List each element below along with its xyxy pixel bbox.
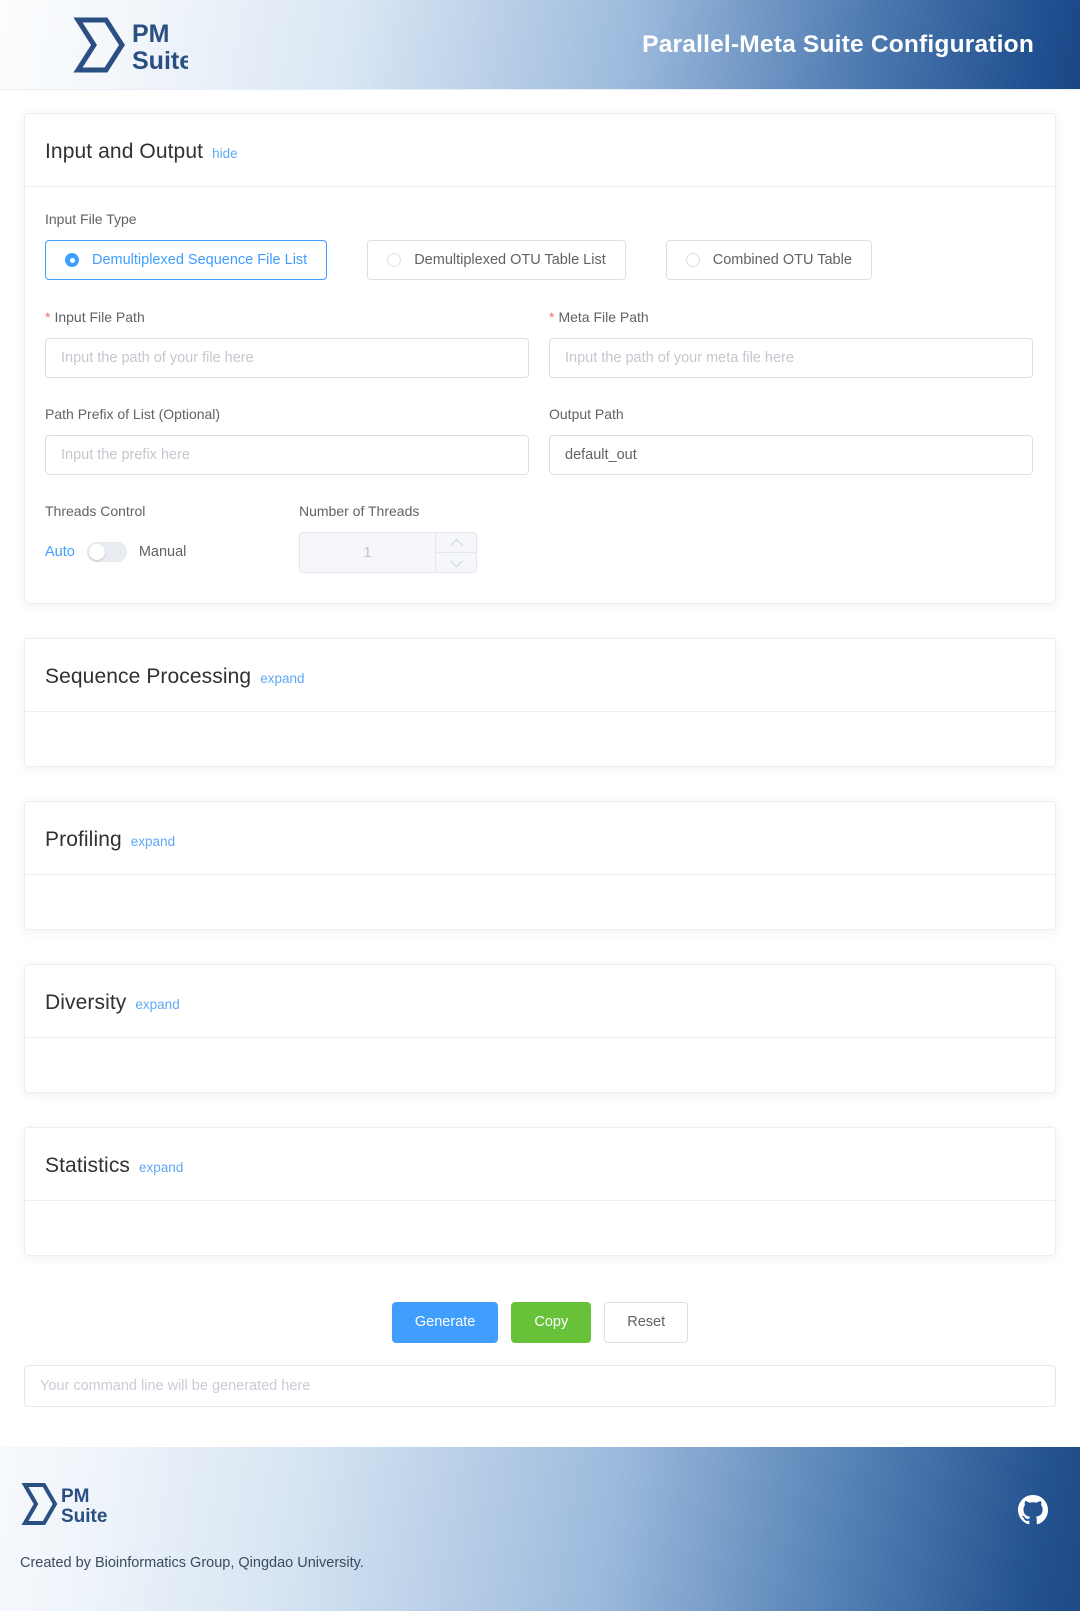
reset-button[interactable]: Reset — [604, 1302, 689, 1343]
number-of-threads-stepper[interactable]: 1 — [299, 532, 477, 573]
github-link[interactable] — [1018, 1495, 1048, 1530]
site-footer: PM Suite Created by Bioinformatics Group… — [0, 1447, 1080, 1611]
section-statistics-header: Statistics expand — [25, 1128, 1055, 1201]
paths-row-2: Path Prefix of List (Optional) Output Pa… — [45, 406, 1035, 503]
section-input-output-header: Input and Output hide — [25, 114, 1055, 187]
section-sequence-processing-body — [25, 712, 1055, 766]
section-title: Sequence Processing — [45, 665, 252, 688]
section-toggle-expand[interactable]: expand — [131, 834, 175, 849]
stepper-decrement-button[interactable] — [436, 552, 476, 572]
section-diversity-body — [25, 1038, 1055, 1092]
toggle-knob — [88, 544, 105, 560]
label-text: Meta File Path — [558, 309, 649, 325]
svg-text:PM: PM — [132, 20, 170, 48]
path-prefix-input[interactable] — [45, 435, 529, 475]
input-file-path-group: * Input File Path — [45, 309, 529, 378]
generate-button[interactable]: Generate — [391, 1302, 499, 1343]
input-file-type-label: Input File Type — [45, 211, 137, 227]
number-of-threads-label-cell: Number of Threads — [299, 503, 599, 532]
threads-mode-switch-wrap: Auto Manual — [45, 532, 299, 572]
chevron-down-icon — [449, 554, 463, 568]
section-sequence-processing: Sequence Processing expand — [24, 638, 1056, 767]
footer-brand-logo[interactable]: PM Suite — [20, 1481, 112, 1532]
required-marker: * — [45, 309, 51, 325]
chevron-logo-icon: PM Suite — [73, 17, 188, 74]
svg-text:Suite: Suite — [61, 1506, 107, 1527]
path-prefix-label: Path Prefix of List (Optional) — [45, 406, 221, 422]
section-title: Statistics — [45, 1154, 131, 1177]
path-prefix-group: Path Prefix of List (Optional) — [45, 406, 529, 475]
meta-file-path-label: * Meta File Path — [549, 309, 1033, 325]
radio-label: Combined OTU Table — [712, 252, 852, 268]
section-statistics: Statistics expand — [24, 1127, 1056, 1256]
footer-credit-text: Created by Bioinformatics Group, Qingdao… — [20, 1555, 364, 1571]
chevron-logo-icon: PM Suite — [21, 1483, 107, 1527]
radio-demultiplexed-otu-table-list[interactable]: Demultiplexed OTU Table List — [367, 240, 626, 280]
copy-button[interactable]: Copy — [511, 1302, 592, 1343]
radio-unselected-icon — [685, 253, 700, 267]
section-sequence-processing-header: Sequence Processing expand — [25, 639, 1055, 712]
command-line-wrap — [24, 1365, 1056, 1407]
stepper-increment-button[interactable] — [436, 533, 476, 552]
section-input-output-body: Input File Type Demultiplexed Sequence F… — [25, 187, 1055, 603]
section-toggle-hide[interactable]: hide — [212, 146, 238, 161]
radio-selected-icon — [65, 253, 79, 267]
threads-mode-toggle[interactable] — [86, 542, 127, 562]
radio-combined-otu-table[interactable]: Combined OTU Table — [665, 240, 872, 280]
radio-label: Demultiplexed OTU Table List — [414, 252, 606, 268]
section-title: Profiling — [45, 828, 122, 851]
threads-control-label: Threads Control — [45, 503, 146, 519]
label-text: Input File Path — [54, 309, 145, 325]
section-diversity-header: Diversity expand — [25, 965, 1055, 1038]
section-toggle-expand[interactable]: expand — [260, 671, 304, 686]
page-title: Parallel-Meta Suite Configuration — [642, 30, 1034, 58]
meta-file-path-group: * Meta File Path — [549, 309, 1033, 378]
command-line-output-input[interactable] — [24, 1365, 1056, 1407]
github-icon — [1018, 1495, 1048, 1525]
paths-row-1: *Input File Path *Meta File Path — [45, 309, 1035, 406]
number-of-threads-label: Number of Threads — [299, 503, 420, 519]
section-profiling-body — [25, 875, 1055, 929]
site-header: PM Suite Parallel-Meta Suite Configurati… — [0, 0, 1080, 90]
svg-text:PM: PM — [61, 1486, 90, 1507]
threads-mode-cell: Auto Manual — [45, 532, 299, 572]
section-input-output: Input and Output hide Input File Type De… — [24, 113, 1056, 604]
section-profiling-header: Profiling expand — [25, 802, 1055, 875]
chevron-up-icon — [449, 538, 463, 552]
section-title: Diversity — [45, 991, 127, 1014]
number-of-threads-value[interactable]: 1 — [300, 533, 435, 572]
section-profiling: Profiling expand — [24, 801, 1056, 930]
stepper-buttons — [435, 533, 476, 572]
threads-control-label-cell: Threads Control — [45, 503, 299, 532]
threads-auto-label[interactable]: Auto — [45, 544, 75, 560]
svg-text:Suite: Suite — [132, 47, 188, 74]
output-path-group: Output Path — [549, 406, 1033, 475]
section-toggle-expand[interactable]: expand — [139, 1160, 183, 1175]
threads-section: Threads Control Number of Threads Auto M… — [45, 503, 1035, 573]
radio-demultiplexed-sequence-file-list[interactable]: Demultiplexed Sequence File List — [45, 240, 328, 280]
output-path-input[interactable] — [549, 435, 1033, 475]
section-toggle-expand[interactable]: expand — [135, 997, 179, 1012]
threads-labels-row: Threads Control Number of Threads — [45, 503, 1035, 532]
threads-manual-label[interactable]: Manual — [139, 544, 187, 560]
radio-unselected-icon — [387, 253, 402, 267]
input-file-path-input[interactable] — [45, 338, 529, 378]
threads-number-cell: 1 — [299, 532, 599, 573]
action-buttons: Generate Copy Reset — [0, 1302, 1080, 1343]
page-content: Input and Output hide Input File Type De… — [0, 113, 1080, 1407]
meta-file-path-input[interactable] — [549, 338, 1033, 378]
input-file-type-radio-group: Demultiplexed Sequence File List Demulti… — [45, 240, 1035, 280]
threads-controls-row: Auto Manual 1 — [45, 532, 1035, 573]
section-title: Input and Output — [45, 140, 204, 163]
required-marker: * — [549, 309, 555, 325]
section-diversity: Diversity expand — [24, 964, 1056, 1093]
brand-logo[interactable]: PM Suite — [70, 16, 188, 74]
output-path-label: Output Path — [549, 406, 624, 422]
radio-label: Demultiplexed Sequence File List — [92, 252, 308, 268]
section-statistics-body — [25, 1201, 1055, 1255]
input-file-path-label: * Input File Path — [45, 309, 529, 325]
